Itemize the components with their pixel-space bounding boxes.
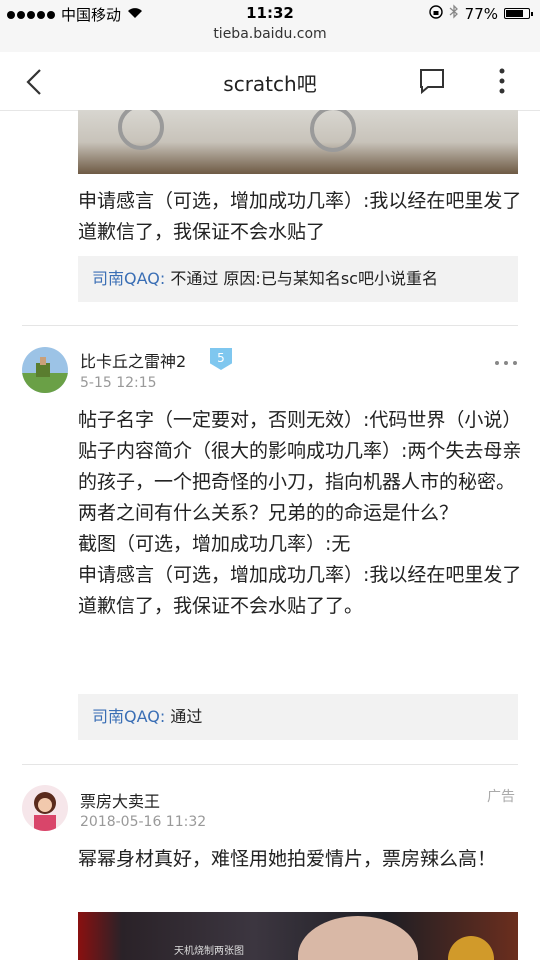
reply-username[interactable]: 司南QAQ:: [92, 269, 165, 288]
status-bar: 中国移动 11:32 77% tieba.baidu.com: [0, 0, 540, 52]
battery-icon: [504, 8, 533, 19]
ad-label: 广告: [487, 789, 515, 805]
post-line: 帖子名字（一定要对，否则无效）:代码世界（小说）: [78, 409, 522, 431]
more-vertical-icon: [499, 68, 505, 94]
ad-image[interactable]: 天机烧制两张图: [78, 912, 518, 960]
level-badge: 5: [210, 348, 232, 370]
post-line: 截图（可选，增加成功几率）:无: [78, 533, 351, 555]
post-image[interactable]: [78, 110, 518, 174]
post-text: 申请感言（可选，增加成功几率）:我以经在吧里发了道歉信了，我保证不会水贴了: [78, 190, 522, 243]
comment-icon: [420, 69, 444, 95]
reply-text: 通过: [165, 707, 203, 726]
post-text: 幂幂身材真好，难怪用她拍爱情片，票房辣么高！: [78, 848, 497, 870]
ad-person-figure: [298, 916, 418, 960]
bluetooth-icon: [449, 4, 459, 23]
page-title: scratch吧: [223, 72, 317, 96]
nav-bar: scratch吧: [0, 52, 540, 111]
page-url: tieba.baidu.com: [213, 26, 327, 42]
reply-box[interactable]: 司南QAQ: 不通过 原因:已与某知名sc吧小说重名: [78, 256, 518, 302]
divider: [22, 764, 518, 765]
reply-username[interactable]: 司南QAQ:: [92, 707, 165, 726]
divider: [22, 325, 518, 326]
post-time: 2018-05-16 11:32: [80, 814, 207, 830]
ad-logo: [448, 936, 494, 960]
post-more-button[interactable]: [494, 353, 518, 365]
avatar[interactable]: [22, 785, 68, 831]
avatar-image: [22, 785, 68, 831]
more-horizontal-icon: [495, 361, 517, 365]
rotation-lock-icon: [428, 4, 443, 23]
ad-image-caption: 天机烧制两张图: [174, 946, 244, 957]
post-content: 帖子名字（一定要对，否则无效）:代码世界（小说） 贴子内容简介（很大的影响成功几…: [78, 405, 524, 622]
post-line: 贴子内容简介（很大的影响成功几率）:两个失去母亲的孩子，一个把奇怪的小刀，指向机…: [78, 440, 522, 524]
post-time: 5-15 12:15: [80, 375, 157, 391]
username[interactable]: 比卡丘之雷神2: [80, 348, 186, 372]
avatar-image: [22, 347, 68, 393]
more-button[interactable]: [490, 66, 514, 96]
username[interactable]: 票房大卖王: [80, 788, 160, 812]
comment-button[interactable]: [418, 67, 446, 95]
battery-percent: 77%: [464, 4, 498, 23]
binder-ring: [310, 110, 356, 152]
avatar[interactable]: [22, 347, 68, 393]
reply-box[interactable]: 司南QAQ: 通过: [78, 694, 518, 740]
reply-text: 不通过 原因:已与某知名sc吧小说重名: [165, 269, 438, 288]
post-line: 申请感言（可选，增加成功几率）:我以经在吧里发了道歉信了，我保证不会水贴了了。: [78, 564, 522, 617]
binder-ring: [118, 110, 164, 150]
status-right: 77%: [428, 4, 533, 23]
